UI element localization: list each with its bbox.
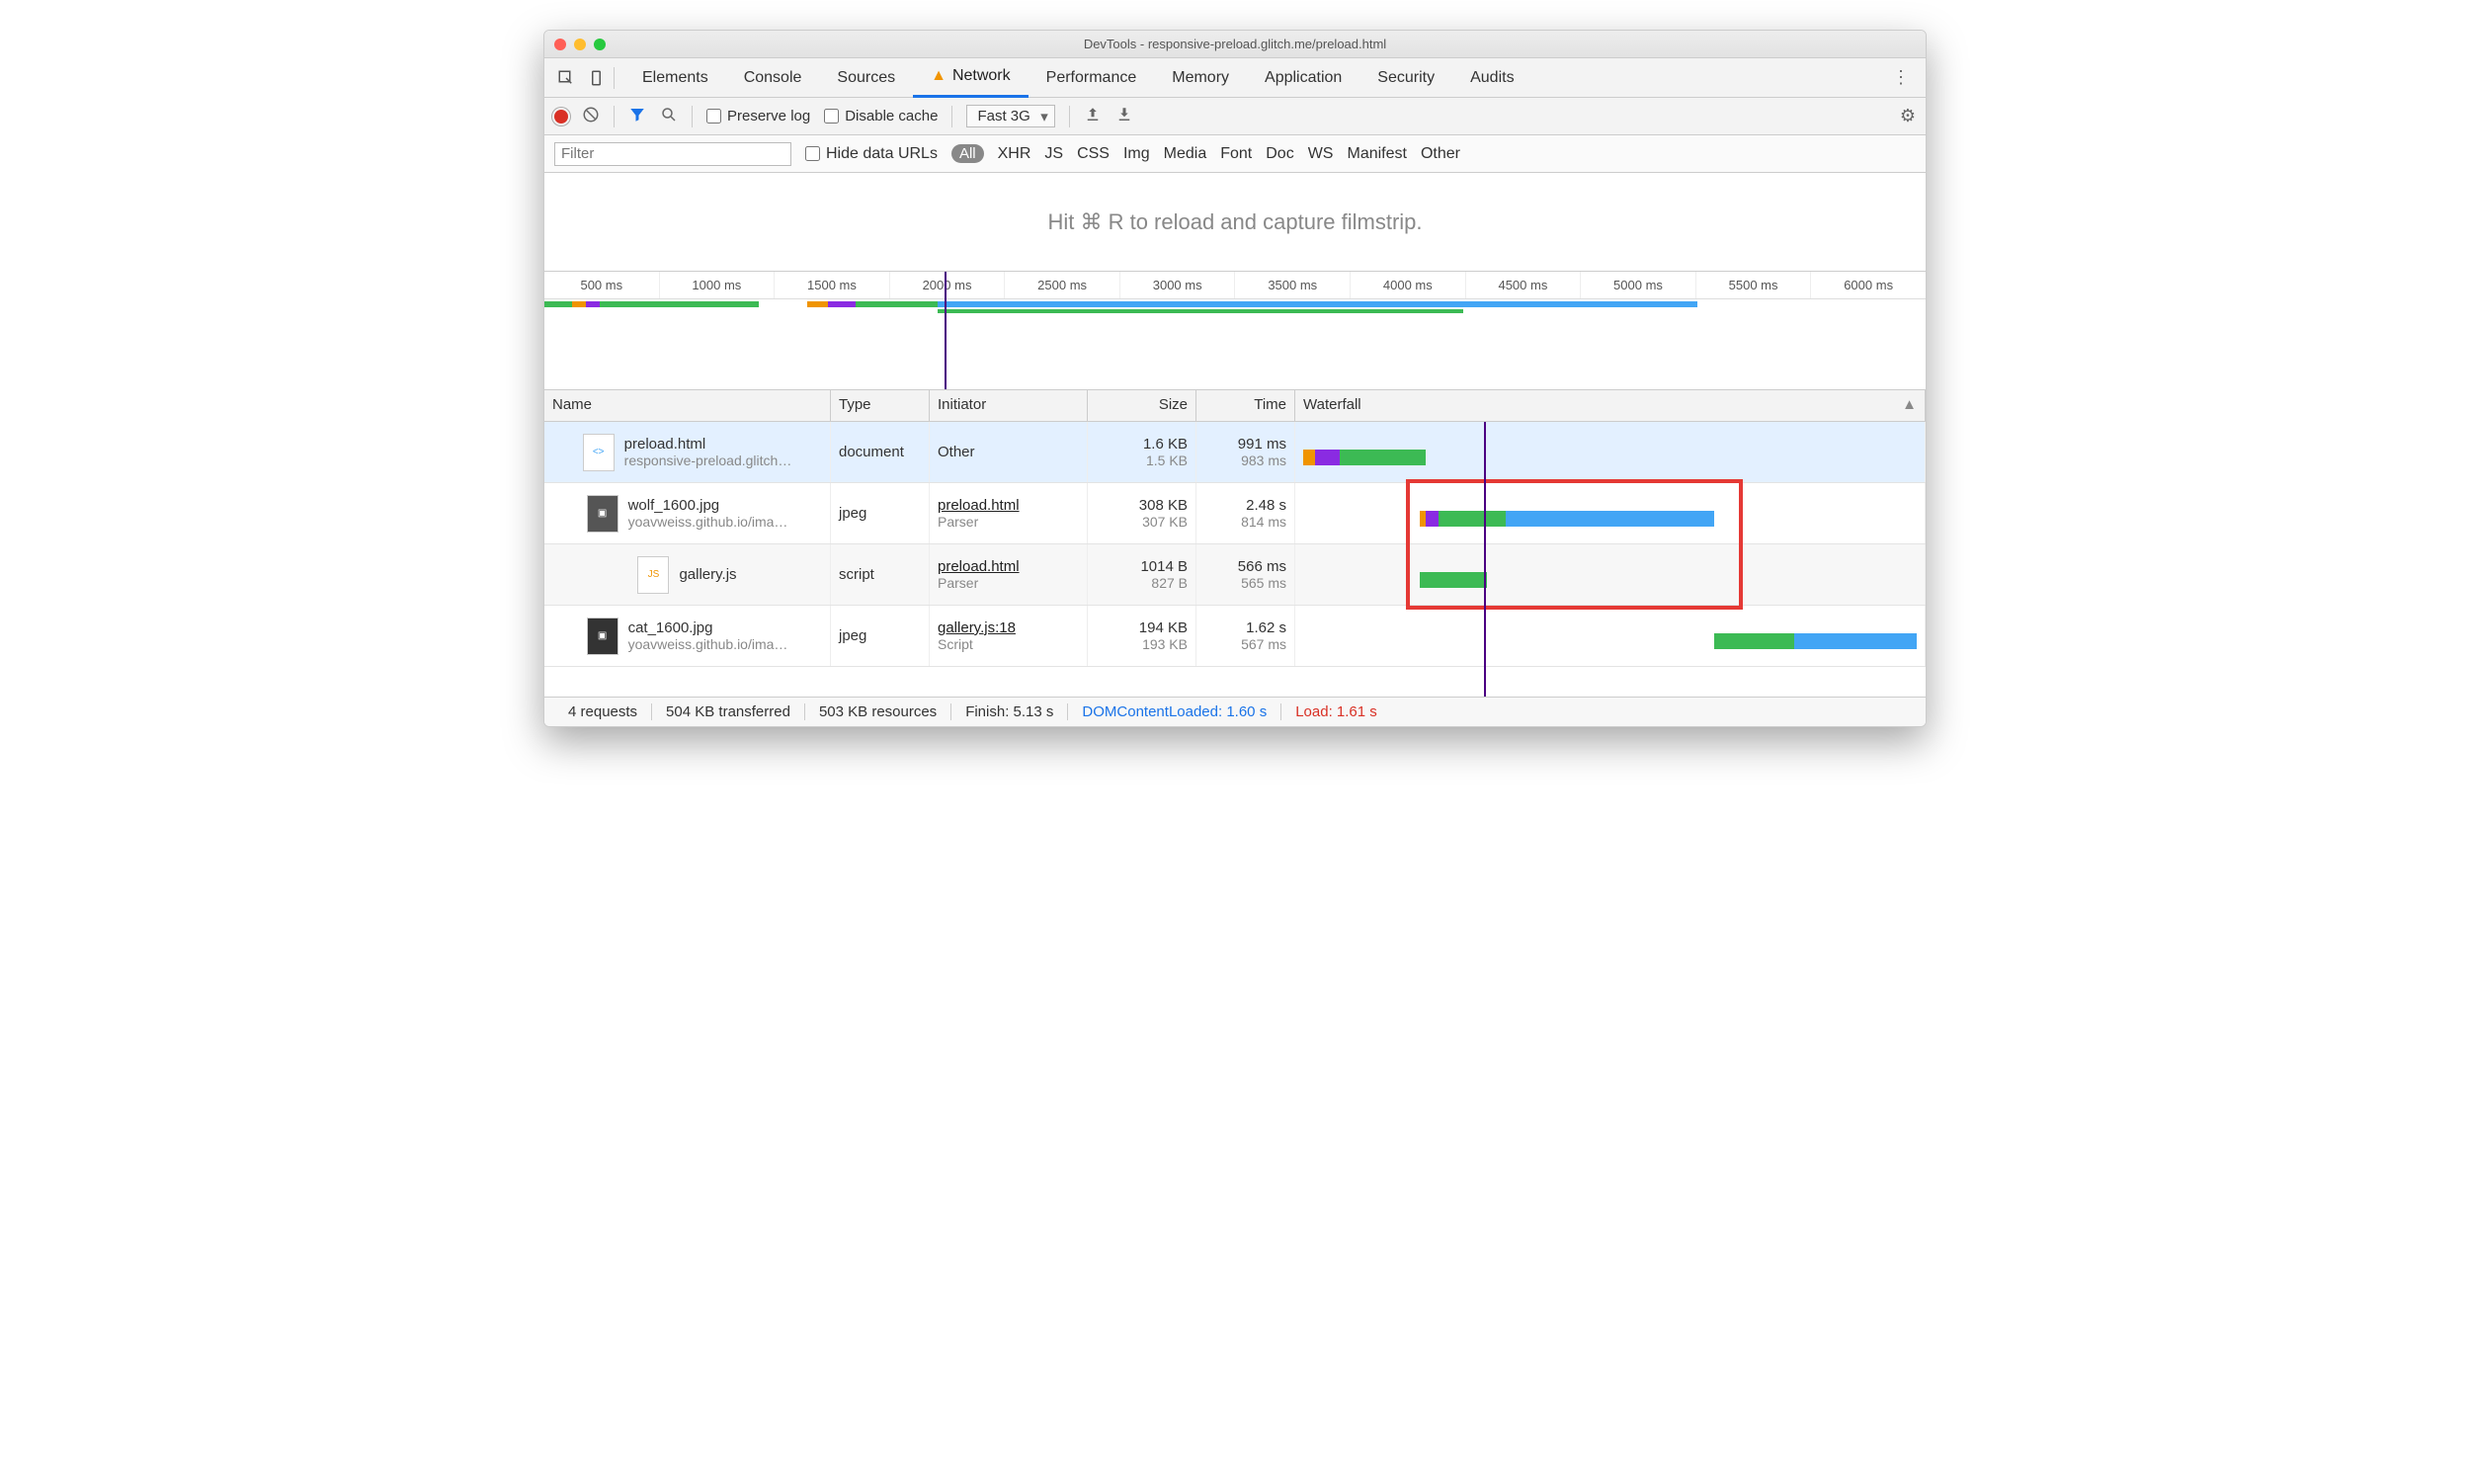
request-name: gallery.js bbox=[679, 566, 736, 583]
filter-type-all[interactable]: All bbox=[951, 144, 984, 163]
tab-network-label: Network bbox=[952, 67, 1011, 85]
titlebar[interactable]: DevTools - responsive-preload.glitch.me/… bbox=[544, 31, 1926, 58]
filter-type-ws[interactable]: WS bbox=[1308, 145, 1334, 163]
select-element-icon[interactable] bbox=[556, 68, 576, 88]
throttle-select[interactable]: Fast 3G bbox=[966, 105, 1054, 127]
filter-bar: Hide data URLs All XHR JS CSS Img Media … bbox=[544, 135, 1926, 173]
initiator-link[interactable]: preload.html bbox=[938, 497, 1079, 514]
preserve-log-checkbox[interactable]: Preserve log bbox=[706, 108, 810, 124]
request-name: preload.html bbox=[624, 436, 792, 453]
sort-caret-icon: ▲ bbox=[1902, 396, 1917, 413]
devtools-window: DevTools - responsive-preload.glitch.me/… bbox=[543, 30, 1927, 727]
file-icon: ▣ bbox=[587, 495, 618, 533]
tab-elements[interactable]: Elements bbox=[624, 58, 726, 98]
filter-type-img[interactable]: Img bbox=[1123, 145, 1150, 163]
column-name[interactable]: Name bbox=[544, 390, 831, 421]
status-bar: 4 requests 504 KB transferred 503 KB res… bbox=[544, 697, 1926, 726]
request-name: wolf_1600.jpg bbox=[628, 497, 788, 514]
column-time[interactable]: Time bbox=[1196, 390, 1295, 421]
status-requests: 4 requests bbox=[554, 703, 652, 720]
tab-network[interactable]: ▲ Network bbox=[913, 58, 1029, 98]
tab-memory[interactable]: Memory bbox=[1154, 58, 1247, 98]
disable-cache-checkbox[interactable]: Disable cache bbox=[824, 108, 938, 124]
warning-icon: ▲ bbox=[931, 67, 947, 85]
tab-sources[interactable]: Sources bbox=[819, 58, 913, 98]
column-size[interactable]: Size bbox=[1088, 390, 1196, 421]
status-load: Load: 1.61 s bbox=[1281, 703, 1391, 720]
filmstrip-panel: Hit ⌘ R to reload and capture filmstrip. bbox=[544, 173, 1926, 272]
timeline-ticks: 500 ms1000 ms1500 ms2000 ms2500 ms3000 m… bbox=[544, 272, 1926, 299]
tab-security[interactable]: Security bbox=[1359, 58, 1452, 98]
requests-table-header: Name Type Initiator Size Time Waterfall▲ bbox=[544, 390, 1926, 422]
initiator-link[interactable]: gallery.js:18 bbox=[938, 619, 1079, 636]
requests-table-body: <>preload.htmlresponsive-preload.glitch…… bbox=[544, 422, 1926, 697]
status-domcontentloaded: DOMContentLoaded: 1.60 s bbox=[1068, 703, 1281, 720]
table-row[interactable]: <>preload.htmlresponsive-preload.glitch…… bbox=[544, 422, 1926, 483]
column-waterfall[interactable]: Waterfall▲ bbox=[1295, 390, 1926, 421]
request-name: cat_1600.jpg bbox=[628, 619, 788, 636]
load-event-line bbox=[945, 272, 947, 389]
filter-type-css[interactable]: CSS bbox=[1077, 145, 1110, 163]
file-icon: JS bbox=[637, 556, 669, 594]
table-row[interactable]: ▣wolf_1600.jpgyoavweiss.github.io/ima… j… bbox=[544, 483, 1926, 544]
filter-type-manifest[interactable]: Manifest bbox=[1347, 145, 1406, 163]
status-transferred: 504 KB transferred bbox=[652, 703, 805, 720]
filter-type-media[interactable]: Media bbox=[1164, 145, 1207, 163]
filter-type-other[interactable]: Other bbox=[1421, 145, 1460, 163]
timeline-overview[interactable]: 500 ms1000 ms1500 ms2000 ms2500 ms3000 m… bbox=[544, 272, 1926, 390]
filter-toggle-icon[interactable] bbox=[628, 106, 646, 127]
filmstrip-hint: Hit ⌘ R to reload and capture filmstrip. bbox=[1047, 209, 1422, 235]
file-icon: <> bbox=[583, 434, 615, 471]
record-button[interactable] bbox=[554, 110, 568, 124]
filter-input[interactable] bbox=[554, 142, 791, 166]
tab-application[interactable]: Application bbox=[1247, 58, 1359, 98]
column-type[interactable]: Type bbox=[831, 390, 930, 421]
table-row[interactable]: ▣cat_1600.jpgyoavweiss.github.io/ima… jp… bbox=[544, 606, 1926, 667]
device-toggle-icon[interactable] bbox=[588, 68, 608, 88]
hide-data-urls-checkbox[interactable]: Hide data URLs bbox=[805, 145, 938, 163]
tab-audits[interactable]: Audits bbox=[1452, 58, 1531, 98]
more-menu-icon[interactable]: ⋮ bbox=[1882, 67, 1920, 88]
status-resources: 503 KB resources bbox=[805, 703, 951, 720]
window-title: DevTools - responsive-preload.glitch.me/… bbox=[544, 37, 1926, 51]
filter-type-doc[interactable]: Doc bbox=[1266, 145, 1293, 163]
table-row[interactable]: JSgallery.js script preload.htmlParser 1… bbox=[544, 544, 1926, 606]
filter-type-font[interactable]: Font bbox=[1220, 145, 1252, 163]
clear-icon[interactable] bbox=[582, 106, 600, 127]
status-finish: Finish: 5.13 s bbox=[951, 703, 1068, 720]
search-icon[interactable] bbox=[660, 106, 678, 127]
filter-type-xhr[interactable]: XHR bbox=[998, 145, 1031, 163]
tab-console[interactable]: Console bbox=[726, 58, 820, 98]
load-marker-line bbox=[1484, 422, 1486, 697]
settings-icon[interactable]: ⚙ bbox=[1900, 106, 1916, 126]
network-toolbar: Preserve log Disable cache Fast 3G ⚙ bbox=[544, 98, 1926, 135]
initiator-link[interactable]: preload.html bbox=[938, 558, 1079, 575]
tab-performance[interactable]: Performance bbox=[1029, 58, 1155, 98]
timeline-bars bbox=[544, 301, 1926, 315]
download-har-icon[interactable] bbox=[1115, 106, 1133, 127]
upload-har-icon[interactable] bbox=[1084, 106, 1102, 127]
column-initiator[interactable]: Initiator bbox=[930, 390, 1088, 421]
filter-type-js[interactable]: JS bbox=[1044, 145, 1063, 163]
main-tab-bar: Elements Console Sources ▲ Network Perfor… bbox=[544, 58, 1926, 98]
file-icon: ▣ bbox=[587, 618, 618, 655]
